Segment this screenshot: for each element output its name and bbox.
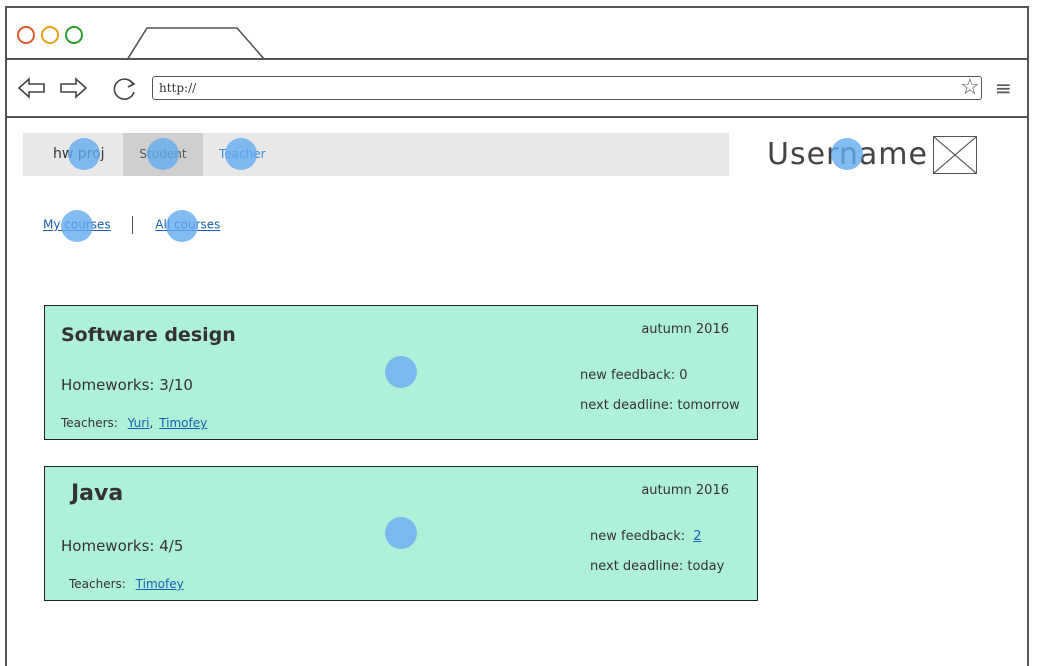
course-semester: autumn 2016 bbox=[641, 483, 729, 498]
links-divider bbox=[132, 216, 134, 234]
feedback-label: new feedback: bbox=[590, 529, 686, 544]
course-teachers: Teachers: Yuri, Timofey bbox=[61, 416, 207, 430]
browser-tab[interactable] bbox=[125, 26, 270, 60]
minimize-window-dot[interactable] bbox=[41, 26, 59, 44]
feedback-label: new feedback: bbox=[580, 368, 676, 383]
course-homeworks: Homeworks: 4/5 bbox=[61, 537, 184, 555]
browser-menu-icon[interactable]: ≡ bbox=[995, 78, 1012, 98]
my-courses-hotspot[interactable] bbox=[61, 210, 93, 242]
course-feedback: new feedback: 0 bbox=[580, 368, 688, 383]
avatar-image-placeholder[interactable] bbox=[933, 136, 977, 174]
bookmark-star-icon[interactable]: ☆ bbox=[960, 77, 980, 99]
course-deadline: next deadline: tomorrow bbox=[580, 398, 740, 413]
teachers-label: Teachers: bbox=[69, 577, 126, 591]
url-input[interactable]: http:// bbox=[152, 76, 982, 100]
teacher-separator: , bbox=[149, 416, 154, 430]
course-title: Java bbox=[71, 481, 124, 506]
teacher-hotspot[interactable] bbox=[225, 138, 257, 170]
back-arrow-icon[interactable] bbox=[17, 76, 47, 100]
course-homeworks: Homeworks: 3/10 bbox=[61, 376, 193, 394]
course-semester: autumn 2016 bbox=[641, 322, 729, 337]
teacher-link[interactable]: Timofey bbox=[136, 577, 184, 591]
course-title: Software design bbox=[61, 324, 236, 346]
course-feedback: new feedback: 2 bbox=[590, 529, 702, 544]
student-hotspot[interactable] bbox=[147, 138, 179, 170]
course-teachers: Teachers: Timofey bbox=[69, 577, 184, 591]
course-card[interactable]: Java autumn 2016 Homeworks: 4/5 Teachers… bbox=[44, 466, 758, 601]
browser-toolbar: http:// ☆ ≡ bbox=[5, 60, 1029, 118]
feedback-value: 0 bbox=[679, 368, 688, 383]
course-card-hotspot[interactable] bbox=[385, 356, 417, 388]
maximize-window-dot[interactable] bbox=[65, 26, 83, 44]
reload-icon[interactable] bbox=[109, 76, 139, 102]
forward-arrow-icon[interactable] bbox=[58, 76, 88, 100]
course-card-hotspot[interactable] bbox=[385, 517, 417, 549]
teachers-label: Teachers: bbox=[61, 416, 118, 430]
top-navbar: hw proj Student Teacher bbox=[23, 133, 729, 176]
username-hotspot[interactable] bbox=[831, 138, 863, 170]
course-card[interactable]: Software design autumn 2016 Homeworks: 3… bbox=[44, 305, 758, 440]
brand-hotspot[interactable] bbox=[68, 138, 100, 170]
title-bar bbox=[5, 6, 1029, 60]
close-window-dot[interactable] bbox=[17, 26, 35, 44]
all-courses-hotspot[interactable] bbox=[166, 210, 198, 242]
teacher-link[interactable]: Timofey bbox=[159, 416, 207, 430]
teacher-link[interactable]: Yuri bbox=[128, 416, 150, 430]
course-deadline: next deadline: today bbox=[590, 559, 725, 574]
feedback-link[interactable]: 2 bbox=[693, 529, 701, 544]
